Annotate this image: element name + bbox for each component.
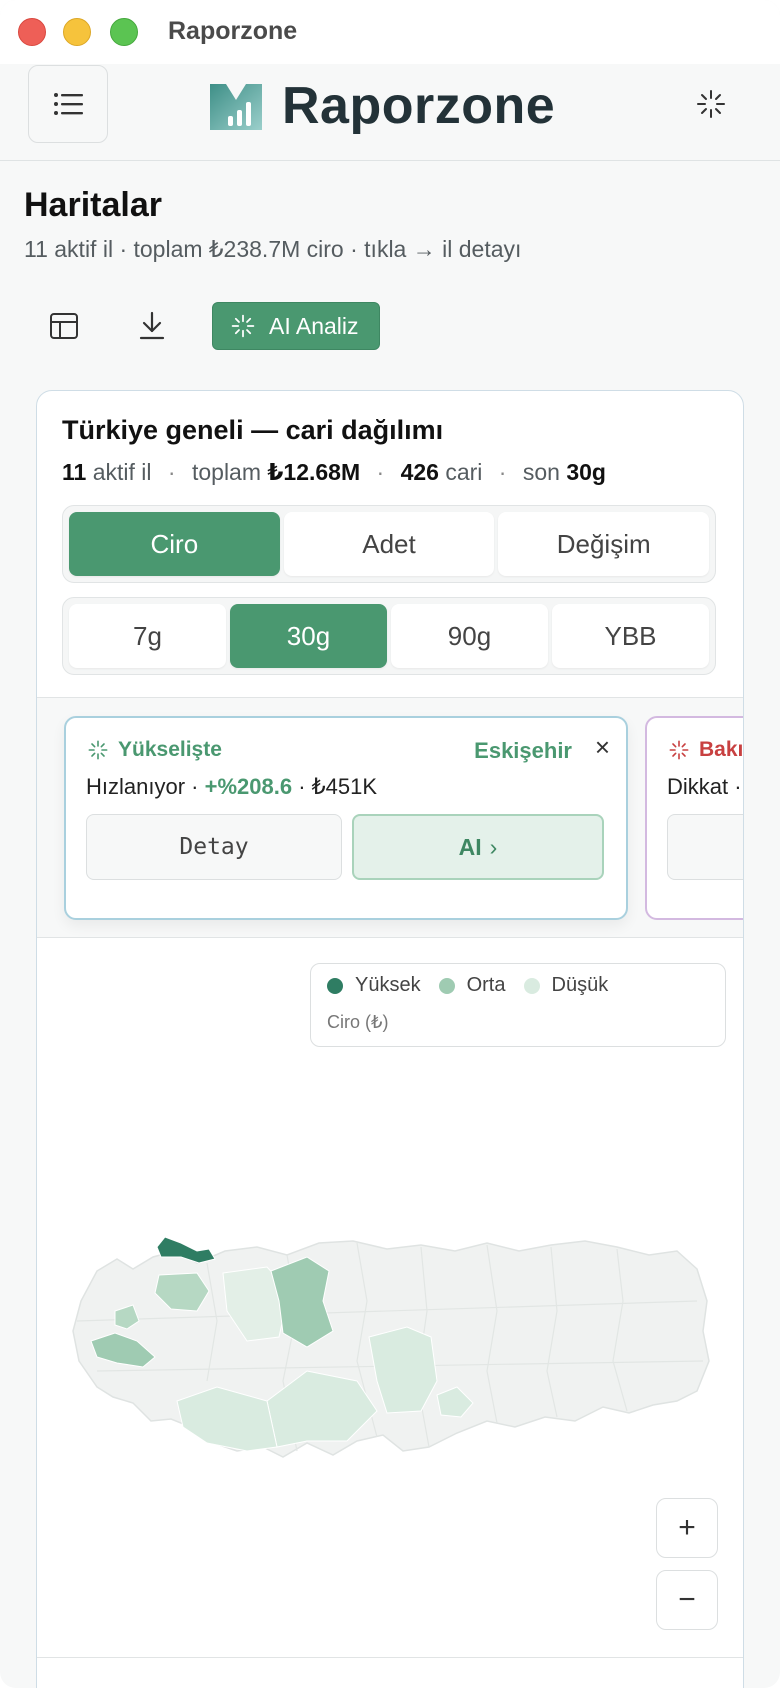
cari-count: 426 — [400, 459, 439, 485]
cari-label: cari — [445, 459, 483, 485]
card-title: Türkiye geneli — cari dağılımı — [62, 415, 444, 445]
brand-logo-icon — [210, 84, 262, 130]
brand[interactable]: Raporzone — [208, 76, 555, 136]
period-tabs: 7g 30g 90g YBB — [62, 597, 716, 675]
period-label: son — [522, 459, 560, 485]
sparkle-icon — [669, 740, 689, 760]
total-label: toplam — [191, 459, 262, 485]
insight-ai-button[interactable]: AI › — [352, 814, 604, 880]
insight-change: +%208.6 — [204, 774, 293, 799]
tab-7g[interactable]: 7g — [69, 604, 226, 668]
divider — [37, 937, 743, 938]
legend-caption: Ciro (₺) — [327, 1012, 389, 1032]
download-icon — [139, 311, 165, 340]
legend-label: Düşük — [551, 974, 609, 996]
ai-analysis-button[interactable]: AI Analiz — [212, 302, 380, 350]
app-window: Raporzone Raporzone Haritalar 11 aktif i… — [0, 0, 780, 1688]
insight-suffix: · ₺451K — [298, 774, 378, 799]
maximize-window-button[interactable] — [110, 18, 138, 46]
legend-label: Orta — [466, 974, 506, 996]
total-value: ₺12.68M — [267, 459, 361, 485]
close-window-button[interactable] — [18, 18, 46, 46]
insight-card-warning[interactable]: Bakı Dikkat · — [645, 716, 743, 920]
ai-sparkle-button[interactable] — [693, 86, 729, 122]
tab-30g[interactable]: 30g — [230, 604, 387, 668]
insight-prefix: Hızlanıyor · — [86, 774, 199, 799]
brand-name: Raporzone — [282, 77, 556, 135]
legend-swatch — [523, 977, 540, 994]
insight-tag-label: Bakı — [699, 738, 744, 761]
active-label: aktif il — [92, 459, 152, 485]
toolbar: AI Analiz — [40, 302, 380, 350]
tab-adet[interactable]: Adet — [283, 512, 495, 576]
page-title: Haritalar — [24, 186, 162, 224]
close-icon[interactable]: × — [595, 732, 610, 763]
sparkle-icon — [697, 90, 725, 118]
legend-swatch — [438, 977, 455, 994]
insight-ai-label: AI — [458, 833, 482, 860]
insight-body: Dikkat · — [667, 774, 742, 799]
insight-detail-button[interactable] — [667, 814, 743, 880]
turkey-choropleth-map[interactable] — [57, 1151, 725, 1531]
legend-items: Yüksek Orta Düşük — [327, 974, 626, 997]
minimize-window-button[interactable] — [63, 18, 91, 46]
insights-carousel[interactable]: Yükselişte Eskişehir × Hızlanıyor · +%20… — [37, 698, 743, 937]
ai-analysis-label: AI Analiz — [269, 312, 359, 339]
zoom-in-button[interactable]: + — [656, 1498, 718, 1558]
table-view-button[interactable] — [40, 302, 88, 350]
insight-card-rising[interactable]: Yükselişte Eskişehir × Hızlanıyor · +%20… — [64, 716, 628, 920]
table-icon — [50, 313, 78, 339]
map-legend: Yüksek Orta Düşük Ciro (₺) — [310, 963, 726, 1047]
insight-city[interactable]: Eskişehir — [474, 738, 572, 764]
insight-detail-button[interactable]: Detay — [86, 814, 342, 880]
hamburger-menu-icon — [54, 93, 83, 115]
tab-ciro[interactable]: Ciro — [69, 512, 280, 576]
sparkle-icon — [88, 740, 108, 760]
legend-item-mid: Orta — [438, 974, 506, 997]
legend-label: Yüksek — [355, 974, 421, 996]
title-bar: Raporzone — [0, 0, 780, 64]
distribution-card: Türkiye geneli — cari dağılımı 11 aktif … — [36, 390, 744, 1688]
divider — [37, 1657, 743, 1658]
menu-button[interactable] — [28, 65, 108, 143]
window-title: Raporzone — [168, 17, 298, 45]
insight-body: Hızlanıyor · +%208.6 · ₺451K — [86, 774, 377, 800]
app-header: Raporzone — [0, 64, 780, 161]
sparkle-icon — [231, 314, 255, 338]
active-count: 11 — [62, 459, 87, 485]
insight-tag-label: Yükselişte — [118, 738, 222, 761]
tab-degisim[interactable]: Değişim — [498, 512, 710, 576]
chevron-right-icon: › — [489, 833, 498, 860]
tab-90g[interactable]: 90g — [391, 604, 548, 668]
download-button[interactable] — [128, 302, 176, 350]
page-subtitle: 11 aktif il · toplam ₺238.7M ciro · tıkl… — [24, 236, 522, 262]
card-stats: 11 aktif il · toplam ₺12.68M · 426 cari … — [62, 459, 606, 485]
insight-tag: Yükselişte — [88, 738, 222, 762]
legend-swatch — [327, 977, 343, 994]
period-value: 30g — [566, 459, 606, 485]
insight-tag: Bakı — [669, 738, 743, 762]
tab-ybb[interactable]: YBB — [552, 604, 709, 668]
zoom-out-button[interactable]: − — [656, 1570, 718, 1630]
legend-item-low: Düşük — [523, 974, 609, 997]
legend-item-high: Yüksek — [327, 974, 421, 997]
metric-tabs: Ciro Adet Değişim — [62, 505, 716, 583]
